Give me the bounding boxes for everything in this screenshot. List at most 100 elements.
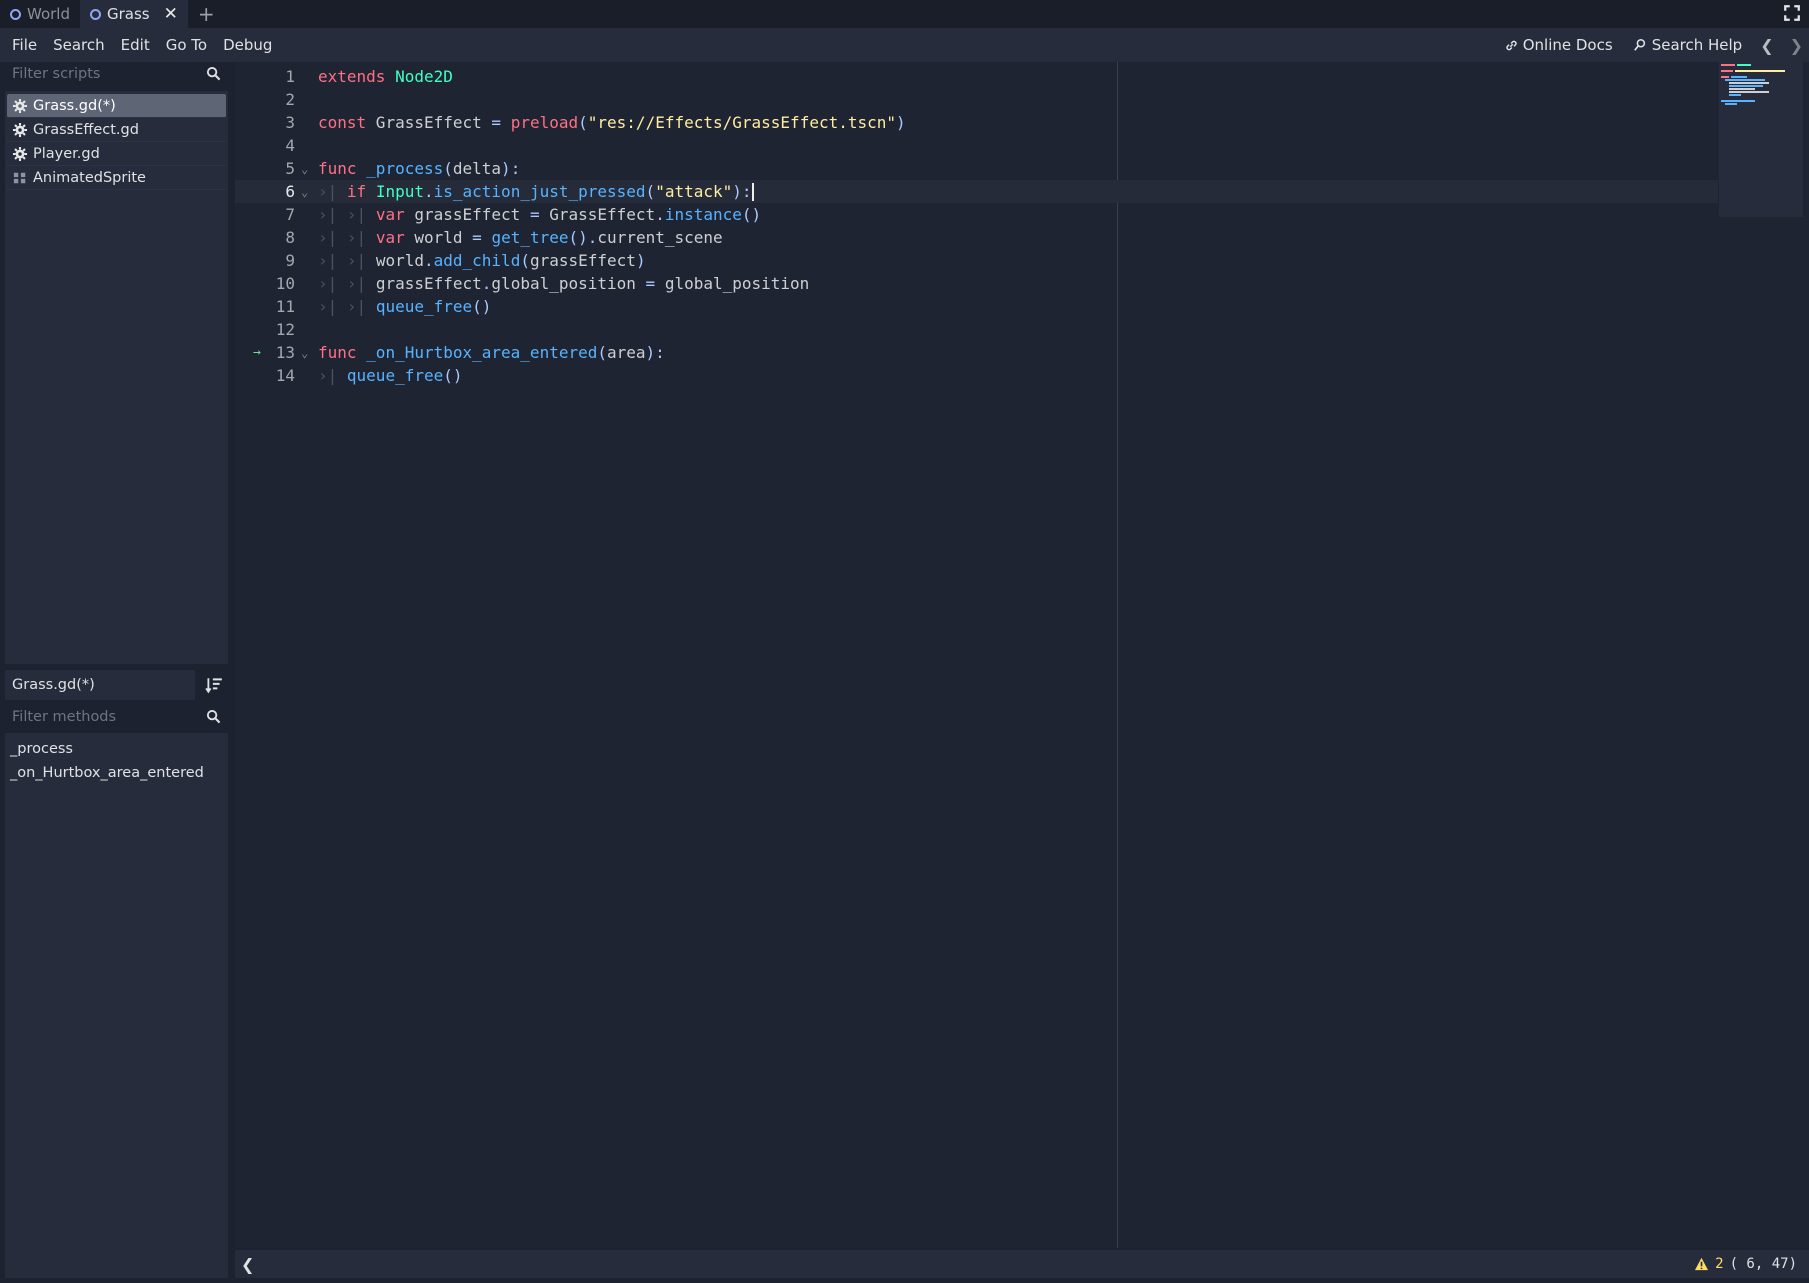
code-line[interactable]: 5 ⌄ func _process(delta): [235,157,1718,180]
line-number: 5 [285,159,295,178]
code-line[interactable]: 14 ›| queue_free() [235,364,1718,387]
code-line[interactable]: 8 ›| ›| var world = get_tree().current_sc… [235,226,1718,249]
script-list-panel: Grass.gd(*) GrassEffect.gd Player.gd Ani… [5,62,228,1278]
code-line[interactable]: 9 ›| ›| world.add_child(grassEffect) [235,249,1718,272]
add-tab-icon[interactable]: + [188,0,225,28]
script-item-grass[interactable]: Grass.gd(*) [7,94,226,118]
filter-methods-input[interactable] [12,709,192,725]
warning-count[interactable]: 2 [1715,1256,1723,1272]
node2d-icon [10,8,21,20]
menu-search[interactable]: Search [45,36,113,54]
gear-icon [13,122,27,137]
line-number: 1 [285,67,295,86]
code-line[interactable]: 1 extends Node2D [235,65,1718,88]
tab-world[interactable]: World [0,0,80,28]
code-text: ›| ›| var grassEffect = GrassEffect.inst… [318,205,762,224]
tab-label: Grass [107,5,150,23]
method-item[interactable]: _on_Hurtbox_area_entered [5,761,228,785]
code-text: func _on_Hurtbox_area_entered(area): [318,343,665,362]
gear-icon [13,98,27,113]
gear-icon [13,146,27,161]
code-text: const GrassEffect = preload("res://Effec… [318,113,906,132]
text-cursor [751,183,754,202]
code-line[interactable]: 4 [235,134,1718,157]
search-help-label: Search Help [1651,36,1743,54]
menu-edit[interactable]: Edit [113,36,158,54]
code-line[interactable]: 10 ›| ›| grassEffect.global_position = gl… [235,272,1718,295]
line-number: 13 [275,343,295,362]
script-item-grasseffect[interactable]: GrassEffect.gd [7,118,226,142]
line-number: 12 [275,320,295,339]
node2d-icon [90,8,101,20]
fold-arrow-icon[interactable]: ⌄ [301,346,313,360]
code-text: ›| ›| var world = get_tree().current_sce… [318,228,723,247]
tab-label: World [27,5,70,23]
line-number: 6 [285,182,295,201]
script-label: Grass.gd(*) [33,97,116,114]
code-line[interactable]: 2 [235,88,1718,111]
filter-scripts-box [5,62,228,86]
line-number: 10 [275,274,295,293]
current-script-name: Grass.gd(*) [5,670,195,700]
scene-tab-bar: World Grass ✕ + [0,0,1809,28]
script-label: AnimatedSprite [33,169,146,186]
menu-file[interactable]: File [0,36,45,54]
search-icon [206,66,221,81]
menu-goto[interactable]: Go To [158,36,215,54]
history-back-icon[interactable]: ❮ [1754,36,1779,55]
sort-icon[interactable] [205,676,223,694]
code-text: func _process(delta): [318,159,521,178]
search-help-button[interactable]: Search Help [1625,36,1751,54]
line-number: 8 [285,228,295,247]
code-text: ›| queue_free() [318,366,463,385]
fold-arrow-icon[interactable]: ⌄ [301,185,313,199]
code-text: ›| ›| queue_free() [318,297,492,316]
fullscreen-icon[interactable] [1783,4,1801,22]
code-editor[interactable]: 1 extends Node2D 2 3 const GrassEffect = pre… [235,62,1809,1248]
script-item-animatedsprite[interactable]: AnimatedSprite [7,166,226,190]
search-icon [206,709,221,724]
line-number: 4 [285,136,295,155]
code-line[interactable]: 7 ›| ›| var grassEffect = GrassEffect.ins… [235,203,1718,226]
code-line[interactable]: 12 [235,318,1718,341]
code-text: ›| ›| world.add_child(grassEffect) [318,251,646,270]
script-label: GrassEffect.gd [33,121,139,138]
code-text: extends Node2D [318,67,453,86]
line-number: 2 [285,90,295,109]
methods-list: _process _on_Hurtbox_area_entered [5,733,228,1278]
menu-debug[interactable]: Debug [215,36,280,54]
line-number: 11 [275,297,295,316]
script-label: Player.gd [33,145,100,162]
status-bar: ❮ 2 ( 6, 47) [235,1250,1809,1278]
code-line[interactable]: 3 const GrassEffect = preload("res://Effe… [235,111,1718,134]
code-line[interactable]: → 13 ⌄ func _on_Hurtbox_area_entered(area): [235,341,1718,364]
methods-header: Grass.gd(*) [5,669,228,701]
link-icon [1506,40,1517,50]
online-docs-label: Online Docs [1522,36,1613,54]
help-search-icon [1633,38,1645,51]
history-forward-icon[interactable]: ❯ [1784,36,1809,55]
minimap[interactable] [1719,62,1803,217]
tab-grass[interactable]: Grass ✕ [80,0,188,28]
fold-arrow-icon[interactable]: ⌄ [301,162,313,176]
cursor-position: ( 6, 47) [1729,1256,1797,1272]
filter-scripts-input[interactable] [12,66,192,82]
toggle-scripts-panel-icon[interactable]: ❮ [241,1255,254,1274]
filter-methods-box [5,705,228,729]
online-docs-button[interactable]: Online Docs [1497,36,1621,54]
script-menu-bar: File Search Edit Go To Debug Online Docs… [0,28,1809,62]
code-text: ›| ›| grassEffect.global_position = glob… [318,274,810,293]
code-line[interactable]: 6 ⌄ ›| if Input.is_action_just_pressed("at… [235,180,1718,203]
code-line[interactable]: 11 ›| ›| queue_free() [235,295,1718,318]
method-item[interactable]: _process [5,737,228,761]
line-number: 9 [285,251,295,270]
script-item-player[interactable]: Player.gd [7,142,226,166]
doc-icon [13,172,26,183]
scripts-list: Grass.gd(*) GrassEffect.gd Player.gd Ani… [5,91,228,664]
warning-icon[interactable] [1694,1257,1709,1271]
code-text: ›| if Input.is_action_just_pressed("atta… [318,181,754,202]
close-icon[interactable]: ✕ [164,5,178,23]
line-number: 7 [285,205,295,224]
line-number: 14 [275,366,295,385]
line-number: 3 [285,113,295,132]
